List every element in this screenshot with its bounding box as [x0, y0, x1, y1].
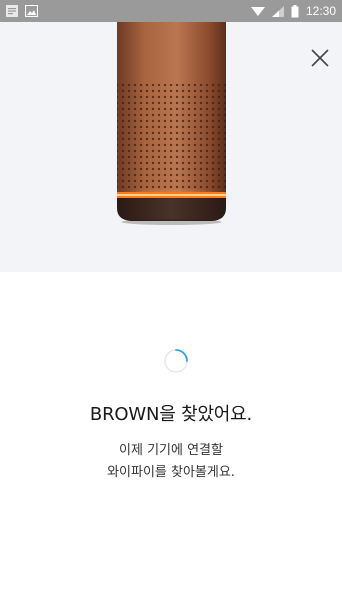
page-title: BROWN을 찾았어요.: [89, 404, 253, 425]
description-line-1: 이제 기기에 연결할: [119, 443, 223, 458]
signal-icon: [271, 5, 284, 17]
loading-spinner: [162, 347, 190, 375]
close-icon: [311, 49, 329, 67]
image-icon: [25, 5, 38, 17]
close-button[interactable]: [308, 46, 332, 70]
battery-icon: [291, 4, 299, 18]
notification-icon: [6, 5, 18, 17]
hero-banner: [0, 22, 342, 272]
description: 이제 기기에 연결할 와이파이를 찾아볼게요.: [0, 440, 342, 484]
status-time: 12:30: [305, 4, 336, 18]
description-line-2: 와이파이를 찾아볼게요.: [107, 465, 235, 480]
wifi-icon: [250, 6, 265, 17]
status-bar: 12:30: [0, 0, 342, 22]
speaker-device-image: [109, 22, 234, 225]
